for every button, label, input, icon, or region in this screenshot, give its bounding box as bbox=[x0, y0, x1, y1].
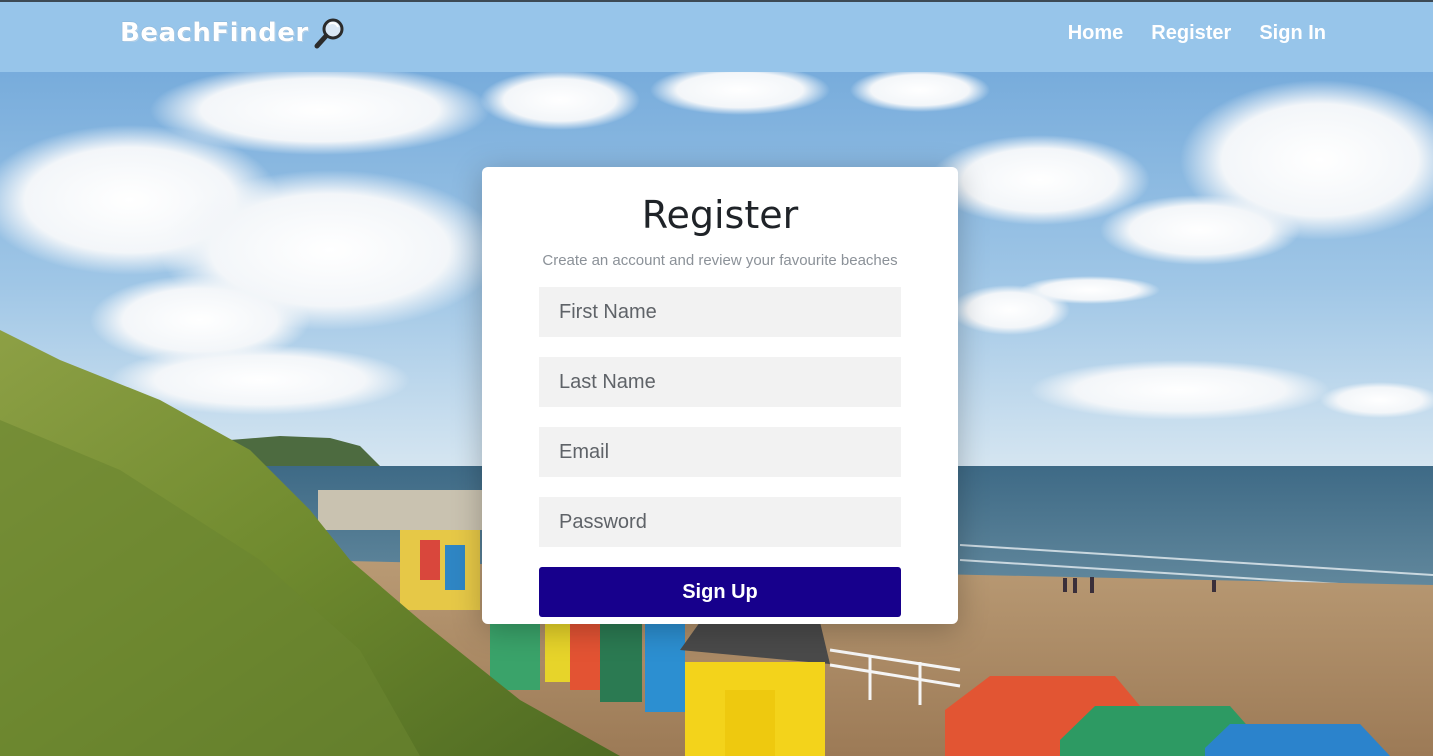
register-card: Register Create an account and review yo… bbox=[482, 167, 958, 624]
first-name-input[interactable] bbox=[539, 287, 901, 337]
sign-up-button[interactable]: Sign Up bbox=[539, 567, 901, 617]
page-subtitle: Create an account and review your favour… bbox=[542, 252, 898, 269]
nav-link-register[interactable]: Register bbox=[1151, 22, 1231, 45]
email-input[interactable] bbox=[539, 427, 901, 477]
main-nav: Home Register Sign In bbox=[1068, 22, 1326, 45]
nav-link-sign-in[interactable]: Sign In bbox=[1259, 22, 1326, 45]
nav-link-home[interactable]: Home bbox=[1068, 22, 1124, 45]
page-title: Register bbox=[641, 193, 799, 237]
last-name-input[interactable] bbox=[539, 357, 901, 407]
password-input[interactable] bbox=[539, 497, 901, 547]
magnifying-glass-icon bbox=[313, 16, 347, 50]
top-navigation-bar: BeachFinder Home Register Sign In bbox=[0, 0, 1433, 72]
brand-name: BeachFinder bbox=[120, 18, 309, 48]
brand-logo-link[interactable]: BeachFinder bbox=[120, 16, 347, 50]
